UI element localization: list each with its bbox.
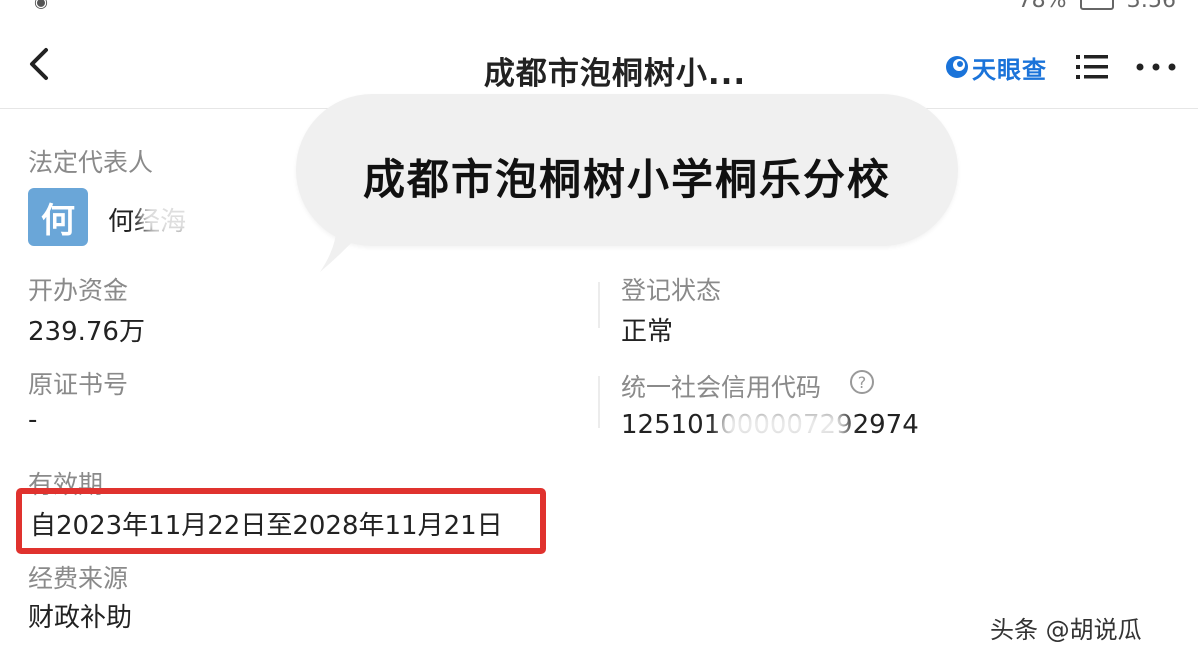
more-button[interactable]	[1134, 50, 1178, 84]
credit-code-label: 统一社会信用代码	[621, 373, 822, 402]
cert-value: -	[28, 405, 38, 435]
bubble-text: 成都市泡桐树小学桐乐分校	[362, 155, 891, 204]
brand-name: 天眼查	[972, 55, 1047, 84]
battery-percent: 78%	[1018, 0, 1067, 12]
funding-value: 财政补助	[28, 603, 133, 633]
column-divider	[598, 376, 600, 428]
highlight-box	[16, 488, 546, 554]
wifi-icon: ◉	[34, 0, 48, 11]
speech-bubble-tail	[320, 200, 388, 272]
status-right: 78% 3:56	[1018, 0, 1176, 12]
page-title: 成都市泡桐树小...	[483, 56, 747, 92]
back-button[interactable]	[22, 44, 62, 84]
more-icon	[1136, 63, 1176, 71]
capital-label: 开办资金	[28, 276, 129, 305]
funding-label: 经费来源	[28, 564, 129, 593]
status-value: 正常	[621, 317, 674, 347]
watermark: 头条 @胡说瓜	[990, 616, 1142, 644]
legal-rep-label: 法定代表人	[28, 148, 154, 177]
list-button[interactable]	[1074, 50, 1110, 84]
column-divider	[598, 282, 600, 328]
back-arrow-icon	[30, 48, 48, 80]
status-label: 登记状态	[621, 276, 722, 305]
name-blur-mask	[140, 197, 200, 237]
help-circle-icon[interactable]: ?	[850, 370, 874, 394]
code-blur-mask	[718, 409, 848, 443]
avatar[interactable]: 何	[28, 188, 88, 246]
list-icon	[1076, 55, 1108, 79]
tianyancha-logo-icon	[946, 56, 968, 78]
status-bar: ◉ 78% 3:56	[0, 0, 1198, 12]
capital-value: 239.76万	[28, 317, 145, 347]
battery-icon	[1079, 0, 1114, 10]
tianyancha-brand[interactable]: 天眼查	[944, 50, 1047, 84]
cert-label: 原证书号	[28, 370, 129, 399]
status-time: 3:56	[1127, 0, 1176, 12]
